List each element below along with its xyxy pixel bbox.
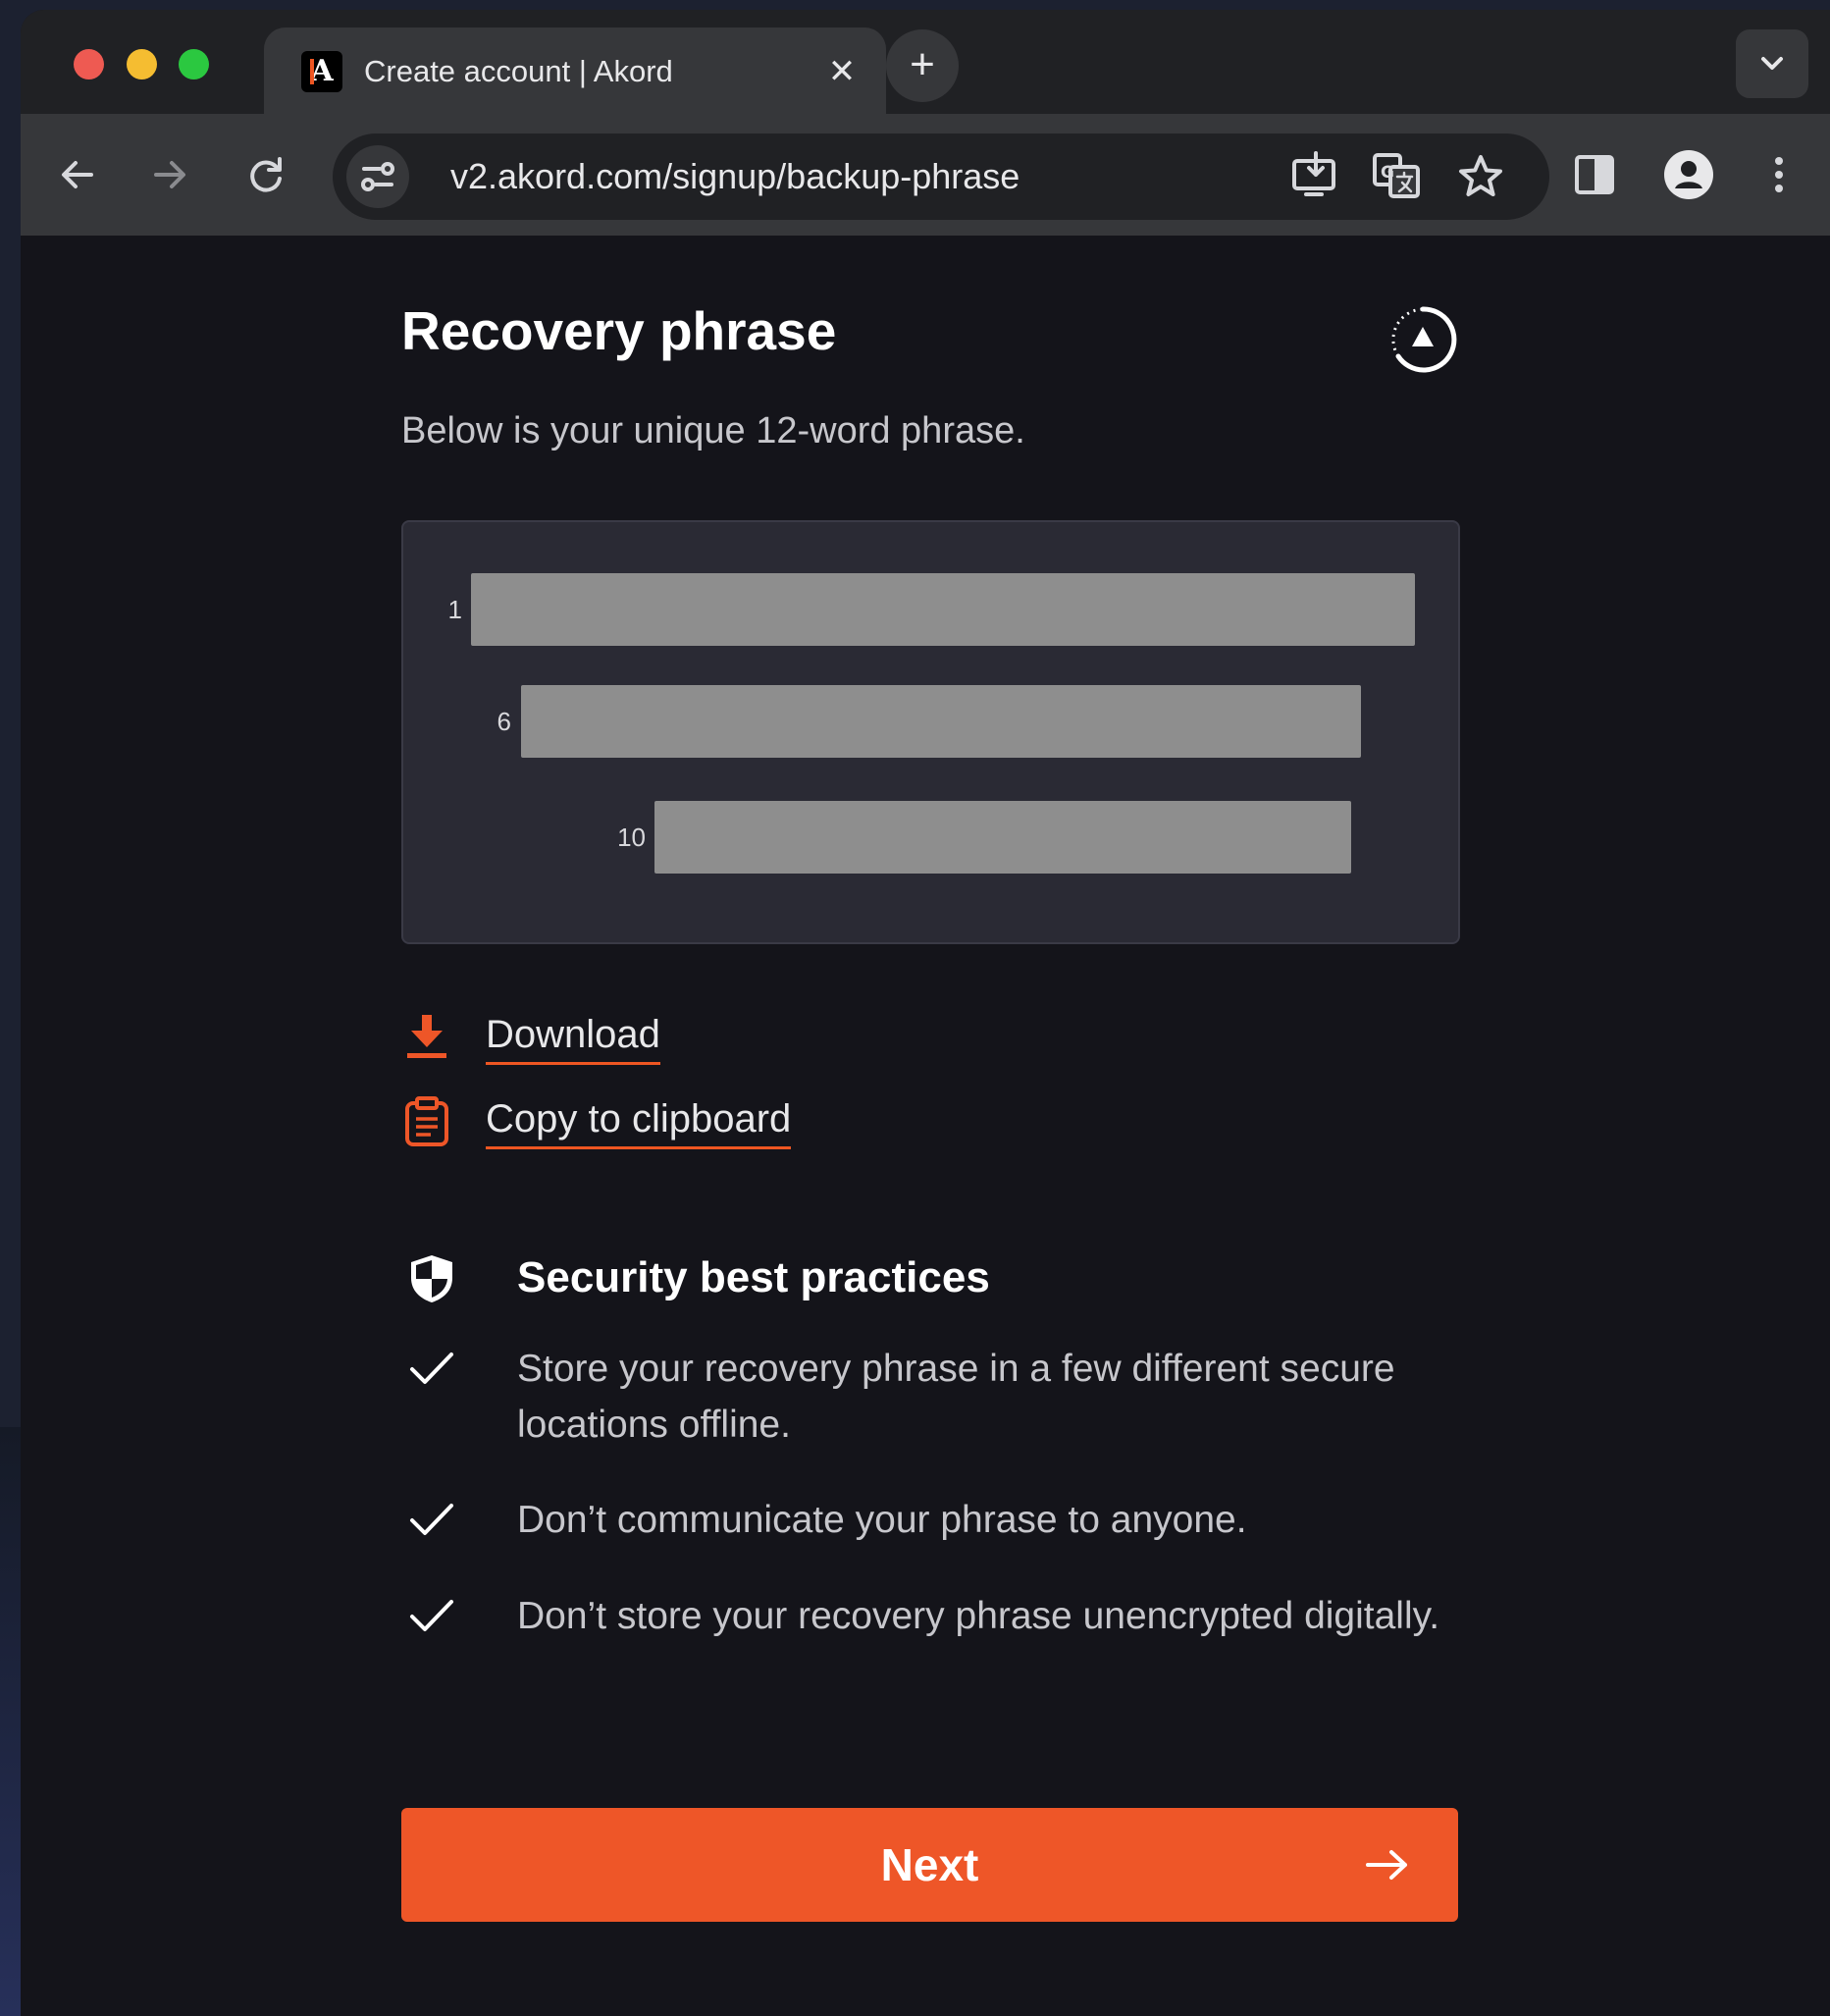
more-menu-button[interactable] (1752, 147, 1806, 202)
download-button[interactable]: Download (401, 1007, 696, 1066)
url-text[interactable]: v2.akord.com/signup/backup-phrase (450, 155, 1020, 198)
install-app-icon (1292, 151, 1335, 196)
phrase-row: 10 (403, 801, 1458, 874)
side-panel-icon (1575, 155, 1614, 194)
bookmark-star-icon (1459, 155, 1502, 196)
phrase-row: 1 (403, 573, 1458, 646)
page-title: Recovery phrase (401, 300, 837, 361)
install-app-button[interactable] (1286, 149, 1341, 204)
phrase-word-mask (521, 685, 1361, 758)
translate-icon: G (1373, 153, 1420, 198)
check-icon (410, 1353, 453, 1384)
site-info-button[interactable] (346, 145, 409, 208)
reload-icon (250, 157, 282, 192)
phrase-word-mask (654, 801, 1351, 874)
title-bar: A Create account | Akord ✕ + (21, 10, 1830, 114)
practice-text: Don’t communicate your phrase to anyone. (517, 1499, 1247, 1541)
bookmark-button[interactable] (1453, 149, 1508, 204)
tab-close-icon[interactable]: ✕ (821, 51, 863, 92)
profile-button[interactable] (1661, 147, 1716, 202)
practice-text: Don’t store your recovery phrase unencry… (517, 1595, 1440, 1637)
tab-list-button[interactable] (1736, 29, 1808, 98)
security-heading: Security best practices (401, 1248, 1458, 1307)
minimize-window-button[interactable] (127, 49, 157, 80)
copy-to-clipboard-button[interactable]: Copy to clipboard (401, 1091, 892, 1150)
phrase-word-number: 1 (447, 595, 462, 624)
translate-button[interactable]: G (1369, 149, 1424, 204)
back-button[interactable] (50, 147, 105, 202)
copy-to-clipboard-label[interactable]: Copy to clipboard (486, 1091, 792, 1149)
phrase-word-number: 6 (497, 707, 511, 736)
profile-icon (1664, 150, 1713, 199)
browser-toolbar: v2.akord.com/signup/backup-phrase G (21, 114, 1830, 236)
tab-title: Create account | Akord (364, 54, 673, 88)
side-panel-button[interactable] (1567, 147, 1622, 202)
akord-logo-icon (1391, 306, 1457, 373)
svg-text:G: G (1381, 163, 1394, 183)
next-button[interactable]: Next (401, 1808, 1458, 1922)
site-info-icon (361, 162, 394, 191)
maximize-window-button[interactable] (179, 49, 209, 80)
forward-button[interactable] (142, 147, 197, 202)
check-icon (410, 1600, 453, 1631)
new-tab-button[interactable]: + (886, 29, 959, 102)
practice-item: Don’t store your recovery phrase unencry… (401, 1588, 1458, 1704)
reload-button[interactable] (238, 147, 293, 202)
practice-text: Store your recovery phrase in a few diff… (517, 1348, 1395, 1446)
tab-list-chevron-icon (1761, 57, 1783, 70)
practice-item: Don’t communicate your phrase to anyone. (401, 1492, 1458, 1551)
browser-window: A Create account | Akord ✕ + v2.akord.co… (21, 10, 1830, 2016)
forward-icon (154, 161, 185, 188)
security-title: Security best practices (517, 1253, 990, 1301)
download-label[interactable]: Download (486, 1007, 660, 1065)
shield-icon (411, 1255, 452, 1302)
browser-tab[interactable]: A Create account | Akord ✕ (264, 27, 886, 114)
address-bar[interactable]: v2.akord.com/signup/backup-phrase G (333, 133, 1549, 220)
download-icon (407, 1015, 446, 1058)
clipboard-icon (405, 1096, 448, 1146)
akord-favicon-icon: A (301, 51, 342, 92)
check-icon (410, 1504, 453, 1535)
page-subtitle: Below is your unique 12-word phrase. (401, 410, 1025, 451)
practice-item: Store your recovery phrase in a few diff… (401, 1341, 1458, 1457)
arrow-right-icon (1366, 1850, 1407, 1880)
back-icon (62, 161, 93, 188)
recovery-phrase-box: 1 6 10 (401, 520, 1460, 944)
phrase-row: 6 (403, 685, 1458, 758)
next-button-label: Next (880, 1839, 979, 1890)
phrase-word-mask (471, 573, 1415, 646)
close-window-button[interactable] (74, 49, 104, 80)
phrase-word-number: 10 (617, 822, 646, 852)
more-menu-icon (1775, 157, 1783, 192)
